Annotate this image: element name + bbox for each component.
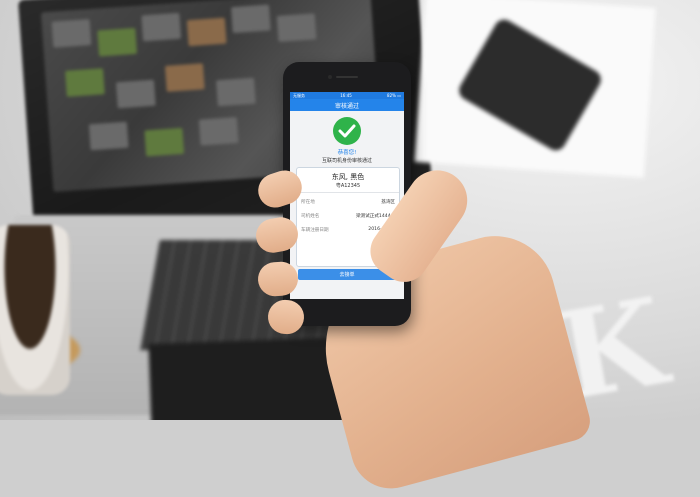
info-row-location: 所在地 荔湾区 (301, 200, 395, 205)
front-camera (328, 75, 332, 79)
checkmark-icon (333, 117, 361, 145)
card-divider (297, 192, 399, 193)
smartphone: 无服务 16:45 82% ▭ 审核通过 恭喜您! 互联司机身份审核通过 东风,… (283, 62, 411, 326)
battery-icon: ▭ (397, 93, 401, 98)
car-model: 东风, 黑色 (331, 173, 365, 181)
nav-bar: 审核通过 (290, 99, 404, 111)
status-bar: 无服务 16:45 82% ▭ (290, 92, 404, 99)
earpiece (336, 76, 358, 78)
carrier-label: 无服务 (293, 93, 305, 98)
battery-level: 82% ▭ (387, 93, 401, 98)
success-title: 恭喜您! (337, 150, 357, 156)
page-title: 审核通过 (334, 102, 359, 110)
success-message: 互联司机身份审核通过 (321, 158, 372, 164)
info-row-driver-name: 司机姓名 梁测试正式1444... (301, 214, 395, 219)
coffee-mug (0, 225, 70, 395)
license-plate: 粤A12345 (335, 183, 361, 189)
clock: 16:45 (340, 93, 352, 98)
